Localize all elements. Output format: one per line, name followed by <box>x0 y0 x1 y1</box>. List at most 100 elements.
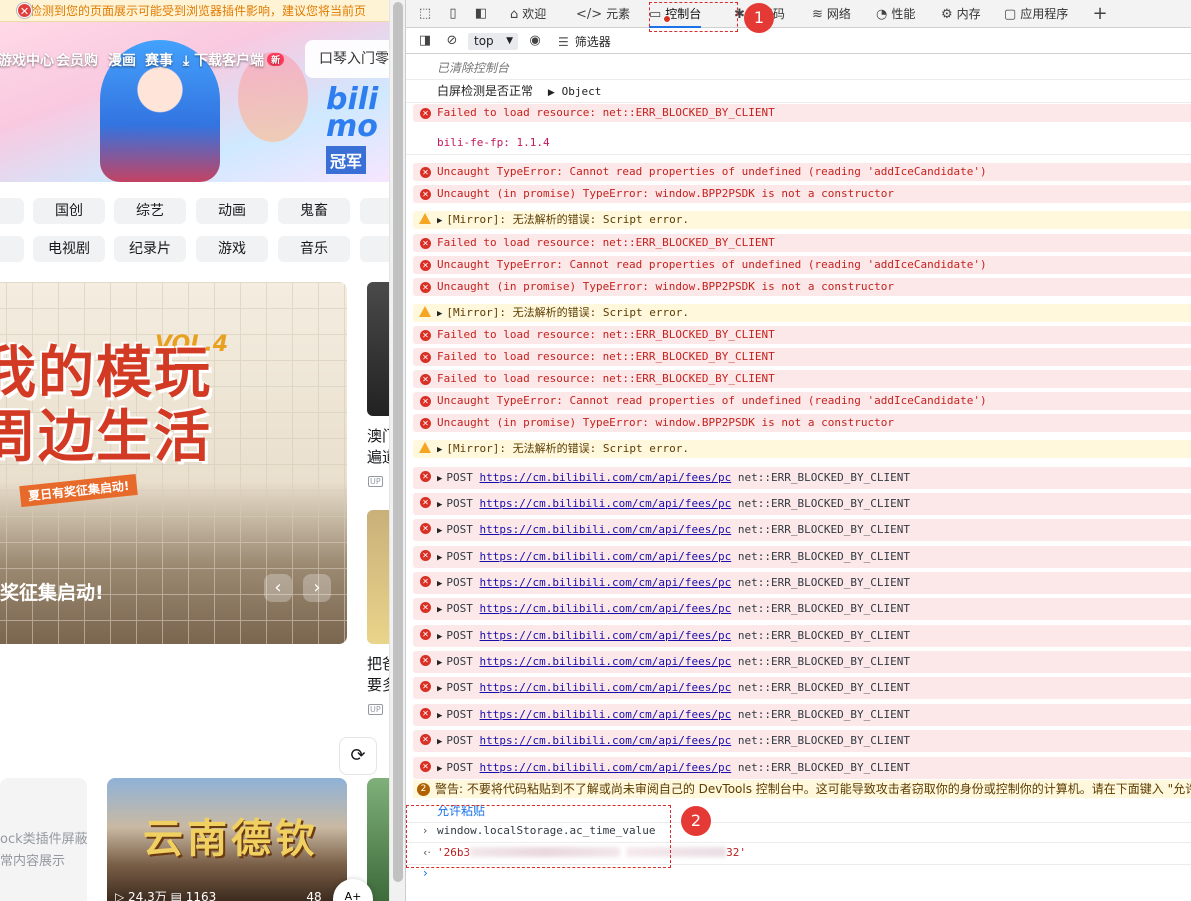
category-chip-anime[interactable]: 动画 <box>196 198 268 224</box>
tab-welcome[interactable]: ⌂ 欢迎 <box>510 0 546 28</box>
console-network-error-row[interactable]: ✕ ▶ POST https://cm.bilibili.com/cm/api/fe… <box>413 730 1191 752</box>
clear-console-icon[interactable]: ⊘ <box>443 32 461 50</box>
tab-application[interactable]: ▢ 应用程序 <box>1004 0 1068 28</box>
category-chip-hidden[interactable] <box>0 198 24 224</box>
search-input[interactable]: 口琴入门零 <box>305 40 389 78</box>
console-error-row[interactable]: ✕ Failed to load resource: net::ERR_BLOCK… <box>413 234 1191 252</box>
console-network-error-row[interactable]: ✕ ▶ POST https://cm.bilibili.com/cm/api/fe… <box>413 519 1191 541</box>
request-url-link[interactable]: https://cm.bilibili.com/cm/api/fees/pc <box>480 550 732 563</box>
console-warning-row[interactable]: ▶ [Mirror]: 无法解析的错误: Script error. <box>413 304 1191 322</box>
page-scrollbar[interactable] <box>389 0 405 901</box>
nav-manga[interactable]: 漫画 <box>108 50 136 70</box>
request-url-link[interactable]: https://cm.bilibili.com/cm/api/fees/pc <box>480 497 732 510</box>
console-network-error-row[interactable]: ✕ ▶ POST https://cm.bilibili.com/cm/api/fe… <box>413 493 1191 515</box>
category-chip-tv[interactable]: 电视剧 <box>33 236 105 262</box>
carousel-next-button[interactable]: › <box>303 574 331 602</box>
request-url-link[interactable]: https://cm.bilibili.com/cm/api/fees/pc <box>480 523 732 536</box>
dock-side-icon[interactable]: ◧ <box>472 5 490 23</box>
category-chip-partial[interactable] <box>360 198 389 224</box>
console-error-row[interactable]: ✕ Uncaught (in promise) TypeError: window… <box>413 185 1191 203</box>
video-title-1b[interactable]: 遍道 <box>367 447 389 467</box>
video-thumb-1[interactable] <box>367 282 389 416</box>
category-chip-guochuang[interactable]: 国创 <box>33 198 105 224</box>
device-emulation-icon[interactable]: ▯ <box>444 5 462 23</box>
tab-memory[interactable]: ⚙ 内存 <box>941 0 981 28</box>
console-network-error-row[interactable]: ✕ ▶ POST https://cm.bilibili.com/cm/api/fe… <box>413 598 1191 620</box>
console-warning-row[interactable]: ▶ [Mirror]: 无法解析的错误: Script error. <box>413 440 1191 458</box>
console-error-row[interactable]: ✕ Failed to load resource: net::ERR_BLOCK… <box>413 370 1191 388</box>
category-chip-documentary[interactable]: 纪录片 <box>114 236 186 262</box>
filter-input[interactable]: ☰ 筛选器 <box>558 34 611 50</box>
console-error-row[interactable]: ✕ Failed to load resource: net::ERR_BLOCK… <box>413 348 1191 366</box>
sidebar-toggle-icon[interactable]: ◨ <box>416 32 434 50</box>
video-title-1a[interactable]: 澳门 <box>367 426 389 446</box>
tab-network[interactable]: ≋ 网络 <box>812 0 851 28</box>
tab-performance[interactable]: ◔ 性能 <box>876 0 915 28</box>
scrollbar-thumb[interactable] <box>393 2 403 882</box>
console-network-error-row[interactable]: ✕ ▶ POST https://cm.bilibili.com/cm/api/fe… <box>413 467 1191 489</box>
console-error-row[interactable]: ✕ Failed to load resource: net::ERR_BLOCK… <box>413 104 1191 122</box>
console-info-row[interactable]: bili-fe-fp: 1.1.4 <box>413 134 1191 152</box>
category-chip-partial[interactable] <box>360 236 389 262</box>
close-icon[interactable]: ✕ <box>17 3 32 18</box>
category-chip-kichiku[interactable]: 鬼畜 <box>278 198 350 224</box>
nav-member-shop[interactable]: 会员购 <box>56 50 98 70</box>
nav-esports[interactable]: 赛事 <box>145 50 173 70</box>
console-error-row[interactable]: ✕ Uncaught TypeError: Cannot read propert… <box>413 163 1191 181</box>
error-icon: ✕ <box>420 189 431 200</box>
context-select[interactable]: top ▼ <box>468 33 518 50</box>
console-network-error-row[interactable]: ✕ ▶ POST https://cm.bilibili.com/cm/api/fe… <box>413 572 1191 594</box>
request-url-link[interactable]: https://cm.bilibili.com/cm/api/fees/pc <box>480 471 732 484</box>
video-card-yunnan[interactable]: 云南德钦 ▷ 24.3万 ▤ 1163 48 <box>107 778 347 901</box>
post-method: POST <box>446 602 480 615</box>
console-network-error-row[interactable]: ✕ ▶ POST https://cm.bilibili.com/cm/api/fe… <box>413 546 1191 568</box>
category-chip-music[interactable]: 音乐 <box>278 236 350 262</box>
request-url-link[interactable]: https://cm.bilibili.com/cm/api/fees/pc <box>480 576 732 589</box>
network-error-text: ▶ POST https://cm.bilibili.com/cm/api/fee… <box>437 759 910 778</box>
video-title-2a[interactable]: 把爸 <box>367 654 389 674</box>
annotation-marker-1: 1 <box>744 3 774 33</box>
nav-game-center[interactable]: 游戏中心 <box>0 50 54 70</box>
request-url-link[interactable]: https://cm.bilibili.com/cm/api/fees/pc <box>480 629 732 642</box>
expand-triangle-icon: ▶ <box>437 658 443 668</box>
refresh-feed-button[interactable]: ⟳ <box>339 737 377 775</box>
inspect-element-icon[interactable]: ⬚ <box>416 5 434 23</box>
console-error-row[interactable]: ✕ Uncaught (in promise) TypeError: window… <box>413 278 1191 296</box>
request-url-link[interactable]: https://cm.bilibili.com/cm/api/fees/pc <box>480 708 732 721</box>
console-network-error-row[interactable]: ✕ ▶ POST https://cm.bilibili.com/cm/api/fe… <box>413 704 1191 726</box>
tab-elements[interactable]: </> 元素 <box>576 0 630 28</box>
console-error-row[interactable]: ✕ Uncaught TypeError: Cannot read propert… <box>413 392 1191 410</box>
request-url-link[interactable]: https://cm.bilibili.com/cm/api/fees/pc <box>480 602 732 615</box>
console-network-error-row[interactable]: ✕ ▶ POST https://cm.bilibili.com/cm/api/fe… <box>413 625 1191 647</box>
request-url-link[interactable]: https://cm.bilibili.com/cm/api/fees/pc <box>480 655 732 668</box>
console-error-row[interactable]: ✕ Failed to load resource: net::ERR_BLOCK… <box>413 326 1191 344</box>
console-network-error-row[interactable]: ✕ ▶ POST https://cm.bilibili.com/cm/api/fe… <box>413 757 1191 779</box>
console-warning-row[interactable]: ▶ [Mirror]: 无法解析的错误: Script error. <box>413 211 1191 229</box>
category-chip-hidden[interactable] <box>0 236 24 262</box>
video-thumb-2[interactable] <box>367 510 389 644</box>
eye-icon[interactable]: ◉ <box>526 32 544 50</box>
add-tab-icon[interactable]: + <box>1091 5 1109 23</box>
hero-carousel[interactable]: VOL.4 我的模玩 周边生活 夏日有奖征集启动! 奖征集启动! ‹ › <box>0 282 347 644</box>
request-url-link[interactable]: https://cm.bilibili.com/cm/api/fees/pc <box>480 761 732 774</box>
console-network-error-row[interactable]: ✕ ▶ POST https://cm.bilibili.com/cm/api/fe… <box>413 651 1191 673</box>
video-title-2b[interactable]: 要多 <box>367 675 389 695</box>
console-prompt-caret[interactable]: › <box>423 866 428 880</box>
console-error-row[interactable]: ✕ Uncaught (in promise) TypeError: window… <box>413 414 1191 432</box>
console-log-row[interactable]: 白屏检测是否正常 ▶ Object <box>413 82 1191 100</box>
request-url-link[interactable]: https://cm.bilibili.com/cm/api/fees/pc <box>480 681 732 694</box>
request-url-link[interactable]: https://cm.bilibili.com/cm/api/fees/pc <box>480 734 732 747</box>
category-chip-variety[interactable]: 综艺 <box>114 198 186 224</box>
console-error-row[interactable]: ✕ Uncaught TypeError: Cannot read propert… <box>413 256 1191 274</box>
post-method: POST <box>446 550 480 563</box>
error-icon: ✕ <box>420 418 431 429</box>
post-method: POST <box>446 655 480 668</box>
category-chip-game[interactable]: 游戏 <box>196 236 268 262</box>
expand-triangle-icon: ▶ <box>545 88 558 98</box>
hero-caption[interactable]: 奖征集启动! <box>0 578 104 605</box>
carousel-prev-button[interactable]: ‹ <box>264 574 292 602</box>
mirror-error-text: [Mirror]: 无法解析的错误: Script error. <box>446 213 689 226</box>
video-card-partial[interactable] <box>367 778 389 901</box>
nav-download-client[interactable]: ⤓ 下载客户端新 <box>183 50 285 70</box>
console-network-error-row[interactable]: ✕ ▶ POST https://cm.bilibili.com/cm/api/fe… <box>413 677 1191 699</box>
